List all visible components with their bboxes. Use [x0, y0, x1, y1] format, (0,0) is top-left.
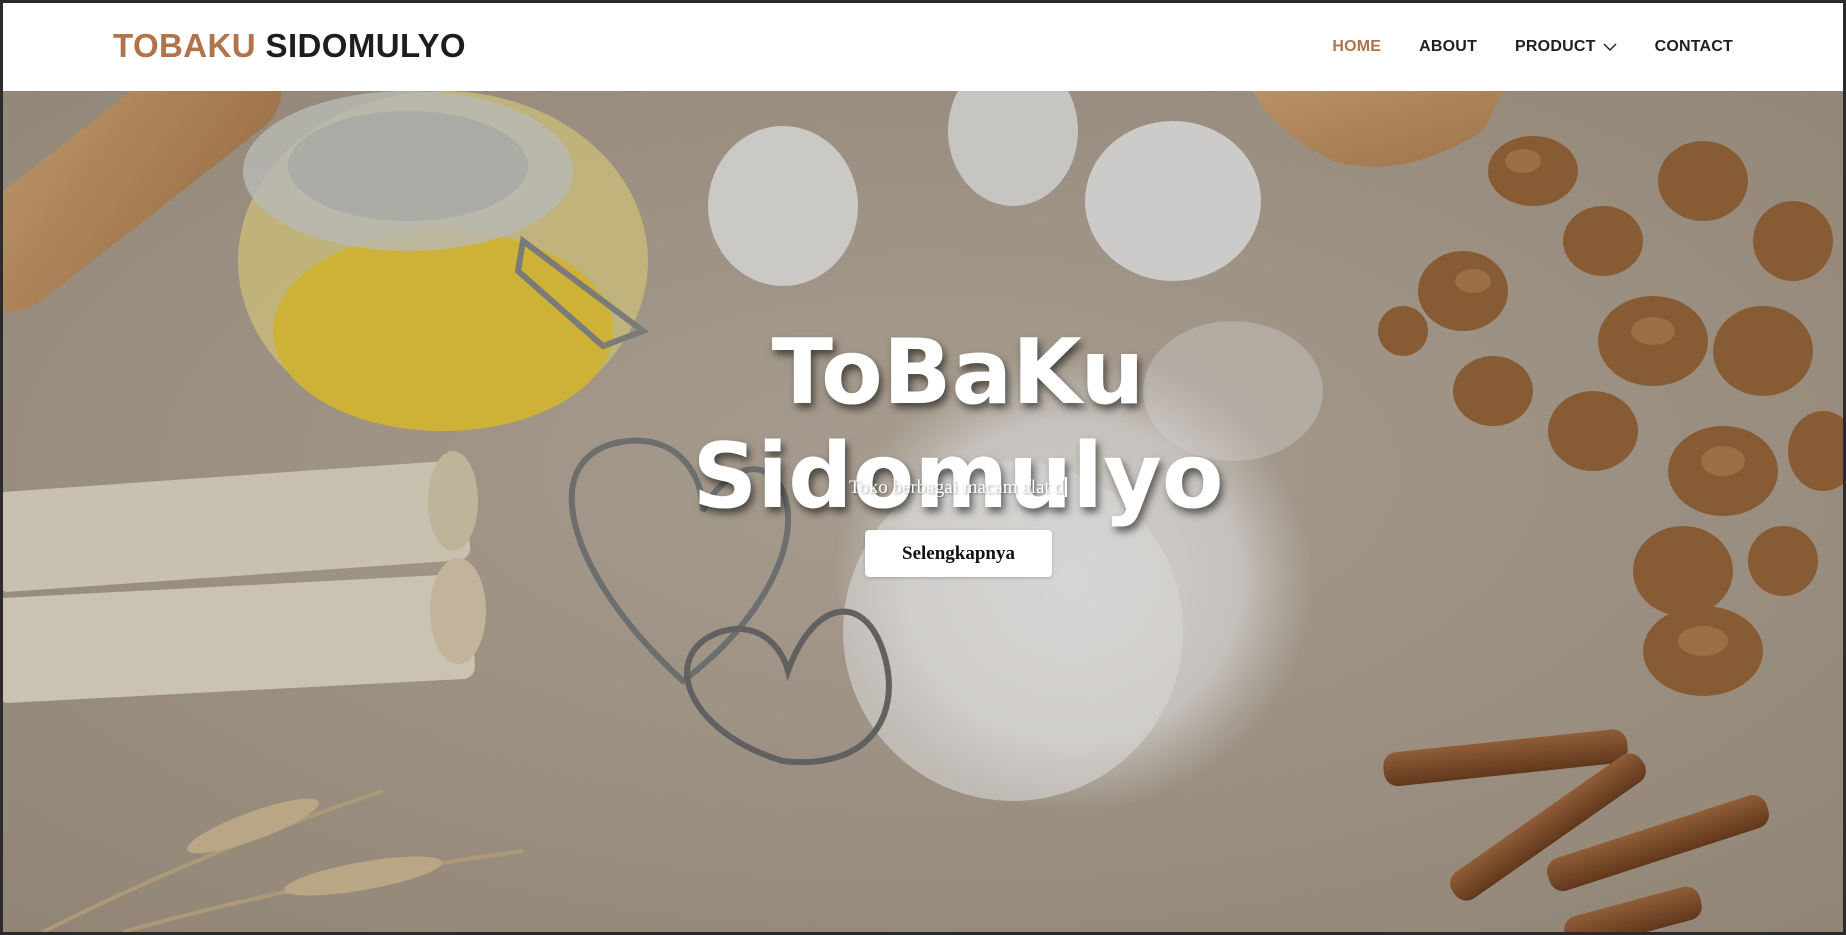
nav-product-label: PRODUCT: [1515, 38, 1596, 55]
nav-product[interactable]: PRODUCT: [1515, 38, 1617, 56]
brand-part-1: TOBAKU: [113, 27, 256, 64]
brand-part-2: SIDOMULYO: [265, 27, 466, 64]
hero-subtitle: Toko berbagai macam alat d: [3, 477, 1843, 499]
browser-viewport: TOBAKU SIDOMULYO HOME ABOUT PRODUCT CONT…: [3, 3, 1843, 932]
typing-cursor: [1064, 477, 1067, 497]
nav-home[interactable]: HOME: [1332, 38, 1381, 56]
main-nav: HOME ABOUT PRODUCT CONTACT: [1332, 38, 1733, 56]
hero-title-line-1: ToBaKu: [771, 320, 1145, 426]
brand-logo[interactable]: TOBAKU SIDOMULYO: [113, 29, 466, 62]
navbar: TOBAKU SIDOMULYO HOME ABOUT PRODUCT CONT…: [3, 3, 1843, 91]
hero-section: ToBaKu Sidomulyo Toko berbagai macam ala…: [3, 91, 1843, 932]
hero-subtitle-text: Toko berbagai macam alat d: [849, 477, 1064, 498]
learn-more-button[interactable]: Selengkapnya: [865, 530, 1052, 577]
nav-contact[interactable]: CONTACT: [1655, 38, 1733, 56]
nav-about[interactable]: ABOUT: [1419, 38, 1477, 56]
chevron-down-icon: [1603, 43, 1617, 51]
